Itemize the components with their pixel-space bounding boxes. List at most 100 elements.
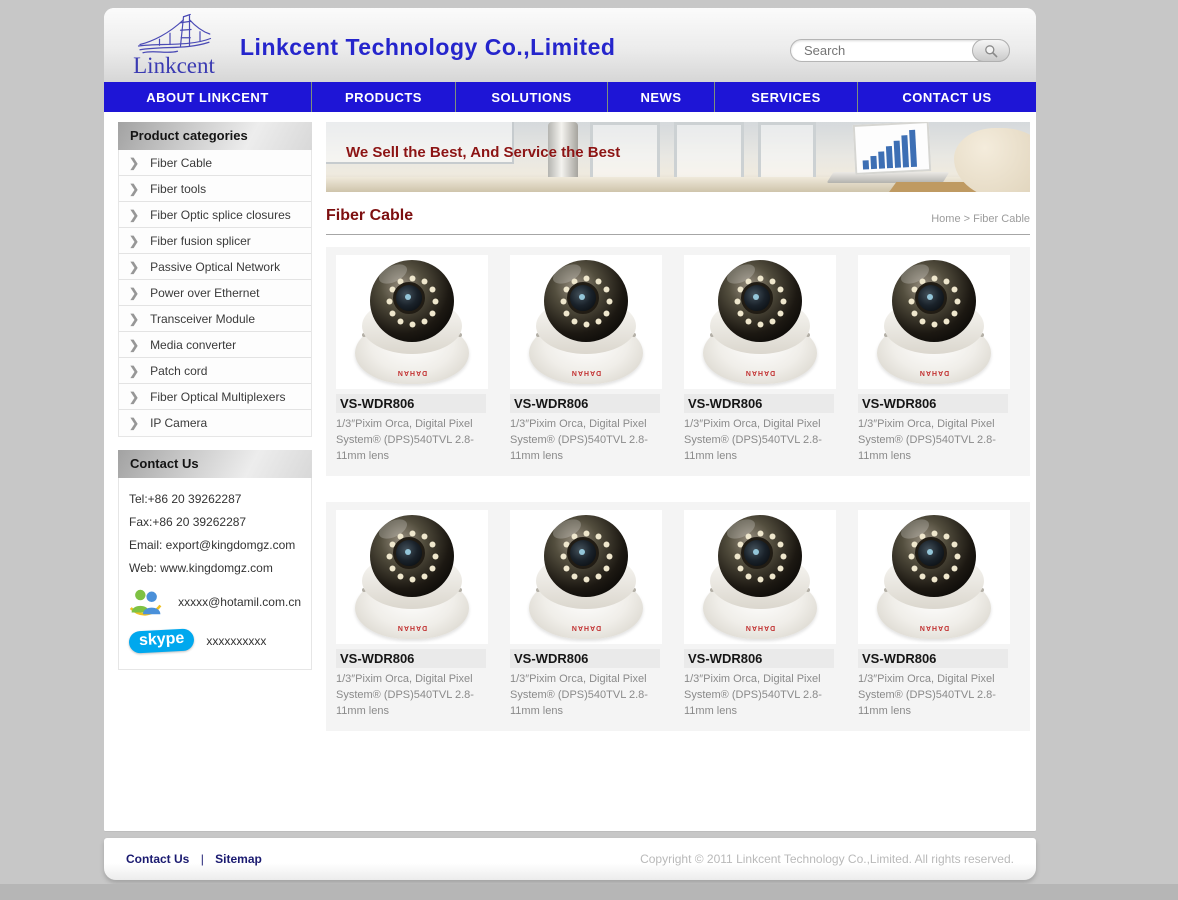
category-label: Power over Ethernet <box>150 286 259 300</box>
product-row: DAHAN VS-WDR806 1/3″Pixim Orca, Digital … <box>326 247 1030 476</box>
search-button[interactable] <box>972 39 1010 62</box>
product-image[interactable]: DAHAN <box>858 510 1010 644</box>
product-name[interactable]: VS-WDR806 <box>858 649 1008 668</box>
nav-item[interactable]: SERVICES <box>714 82 857 112</box>
product-description: 1/3″Pixim Orca, Digital Pixel System® (D… <box>510 671 662 719</box>
msn-address[interactable]: xxxxx@hotamil.com.cn <box>178 595 301 609</box>
camera-lens <box>393 537 425 569</box>
category-item[interactable]: ❯ Transceiver Module <box>119 306 311 332</box>
category-item[interactable]: ❯ Media converter <box>119 332 311 358</box>
banner-image: We Sell the Best, And Service the Best <box>326 122 1030 192</box>
product-name[interactable]: VS-WDR806 <box>510 394 660 413</box>
camera-brand-text: DAHAN <box>352 369 472 376</box>
breadcrumb-current: Fiber Cable <box>973 213 1030 225</box>
camera-brand-text: DAHAN <box>700 369 820 376</box>
page-title: Fiber Cable <box>326 207 413 225</box>
nav-item[interactable]: PRODUCTS <box>311 82 455 112</box>
category-label: Fiber Optic splice closures <box>150 208 291 222</box>
contact-us-header: Contact Us <box>118 450 312 478</box>
search-box <box>790 39 1010 63</box>
product-image[interactable]: DAHAN <box>858 255 1010 389</box>
logo-text: Linkcent <box>116 55 232 77</box>
nav-item[interactable]: ABOUT LINKCENT <box>104 82 311 112</box>
category-item[interactable]: ❯ Fiber tools <box>119 176 311 202</box>
product-name[interactable]: VS-WDR806 <box>336 649 486 668</box>
product-image[interactable]: DAHAN <box>510 510 662 644</box>
dome-camera-image: DAHAN <box>700 260 820 384</box>
breadcrumb-home-link[interactable]: Home <box>931 213 960 225</box>
product-name[interactable]: VS-WDR806 <box>336 394 486 413</box>
product-image[interactable]: DAHAN <box>510 255 662 389</box>
category-label: Fiber fusion splicer <box>150 234 251 248</box>
product-name[interactable]: VS-WDR806 <box>858 394 1008 413</box>
nav-item[interactable]: CONTACT US <box>857 82 1036 112</box>
contact-line: Tel:+86 20 39262287 <box>129 492 301 506</box>
category-item[interactable]: ❯ Fiber Cable <box>119 150 311 176</box>
category-list: ❯ Fiber Cable ❯ Fiber tools ❯ Fiber Opti… <box>118 150 312 437</box>
sidebar: Product categories ❯ Fiber Cable ❯ Fiber… <box>118 122 312 731</box>
product-card[interactable]: DAHAN VS-WDR806 1/3″Pixim Orca, Digital … <box>330 510 504 719</box>
category-item[interactable]: ❯ IP Camera <box>119 410 311 436</box>
chevron-right-icon: ❯ <box>129 287 139 299</box>
product-name[interactable]: VS-WDR806 <box>510 649 660 668</box>
product-image[interactable]: DAHAN <box>336 510 488 644</box>
product-image[interactable]: DAHAN <box>684 255 836 389</box>
site-logo[interactable]: Linkcent <box>116 11 232 79</box>
company-name: Linkcent Technology Co.,Limited <box>240 34 615 61</box>
breadcrumb-separator: > <box>964 213 970 225</box>
category-label: Fiber tools <box>150 182 206 196</box>
chevron-right-icon: ❯ <box>129 313 139 325</box>
camera-lens <box>567 537 599 569</box>
product-card[interactable]: DAHAN VS-WDR806 1/3″Pixim Orca, Digital … <box>330 255 504 464</box>
skype-name[interactable]: xxxxxxxxxx <box>206 634 266 648</box>
skype-row: skype xxxxxxxxxx <box>129 630 301 652</box>
footer-links: Contact Us | Sitemap <box>126 852 262 866</box>
category-label: Passive Optical Network <box>150 260 280 274</box>
product-categories-box: Product categories ❯ Fiber Cable ❯ Fiber… <box>118 122 312 437</box>
category-item[interactable]: ❯ Fiber Optical Multiplexers <box>119 384 311 410</box>
product-description: 1/3″Pixim Orca, Digital Pixel System® (D… <box>684 671 836 719</box>
camera-lens <box>393 282 425 314</box>
chevron-right-icon: ❯ <box>129 209 139 221</box>
product-description: 1/3″Pixim Orca, Digital Pixel System® (D… <box>510 416 662 464</box>
chevron-right-icon: ❯ <box>129 261 139 273</box>
chevron-right-icon: ❯ <box>129 365 139 377</box>
camera-brand-text: DAHAN <box>526 369 646 376</box>
contact-us-box: Contact Us Tel:+86 20 39262287Fax:+86 20… <box>118 450 312 670</box>
product-name[interactable]: VS-WDR806 <box>684 394 834 413</box>
product-image[interactable]: DAHAN <box>336 255 488 389</box>
product-card[interactable]: DAHAN VS-WDR806 1/3″Pixim Orca, Digital … <box>504 510 678 719</box>
breadcrumb: Home > Fiber Cable <box>931 213 1030 225</box>
product-card[interactable]: DAHAN VS-WDR806 1/3″Pixim Orca, Digital … <box>678 510 852 719</box>
chevron-right-icon: ❯ <box>129 235 139 247</box>
product-description: 1/3″Pixim Orca, Digital Pixel System® (D… <box>336 416 488 464</box>
product-card[interactable]: DAHAN VS-WDR806 1/3″Pixim Orca, Digital … <box>852 510 1026 719</box>
category-item[interactable]: ❯ Fiber fusion splicer <box>119 228 311 254</box>
product-description: 1/3″Pixim Orca, Digital Pixel System® (D… <box>858 671 1010 719</box>
camera-lens <box>567 282 599 314</box>
product-card[interactable]: DAHAN VS-WDR806 1/3″Pixim Orca, Digital … <box>678 255 852 464</box>
main-content: We Sell the Best, And Service the Best F… <box>326 122 1030 731</box>
category-item[interactable]: ❯ Passive Optical Network <box>119 254 311 280</box>
camera-brand-text: DAHAN <box>526 624 646 631</box>
product-image[interactable]: DAHAN <box>684 510 836 644</box>
banner-door <box>758 122 816 180</box>
category-item[interactable]: ❯ Patch cord <box>119 358 311 384</box>
product-name[interactable]: VS-WDR806 <box>684 649 834 668</box>
bridge-logo-icon <box>137 13 212 55</box>
banner-person <box>954 128 1030 192</box>
dome-camera-image: DAHAN <box>874 515 994 639</box>
product-card[interactable]: DAHAN VS-WDR806 1/3″Pixim Orca, Digital … <box>504 255 678 464</box>
bottom-band <box>0 884 1178 900</box>
nav-item[interactable]: SOLUTIONS <box>455 82 607 112</box>
category-label: Media converter <box>150 338 236 352</box>
footer-sitemap-link[interactable]: Sitemap <box>215 852 262 866</box>
dome-camera-image: DAHAN <box>874 260 994 384</box>
product-description: 1/3″Pixim Orca, Digital Pixel System® (D… <box>858 416 1010 464</box>
nav-item[interactable]: NEWS <box>607 82 714 112</box>
footer-link-separator: | <box>201 852 204 866</box>
category-item[interactable]: ❯ Fiber Optic splice closures <box>119 202 311 228</box>
category-item[interactable]: ❯ Power over Ethernet <box>119 280 311 306</box>
product-card[interactable]: DAHAN VS-WDR806 1/3″Pixim Orca, Digital … <box>852 255 1026 464</box>
footer-contact-link[interactable]: Contact Us <box>126 852 189 866</box>
